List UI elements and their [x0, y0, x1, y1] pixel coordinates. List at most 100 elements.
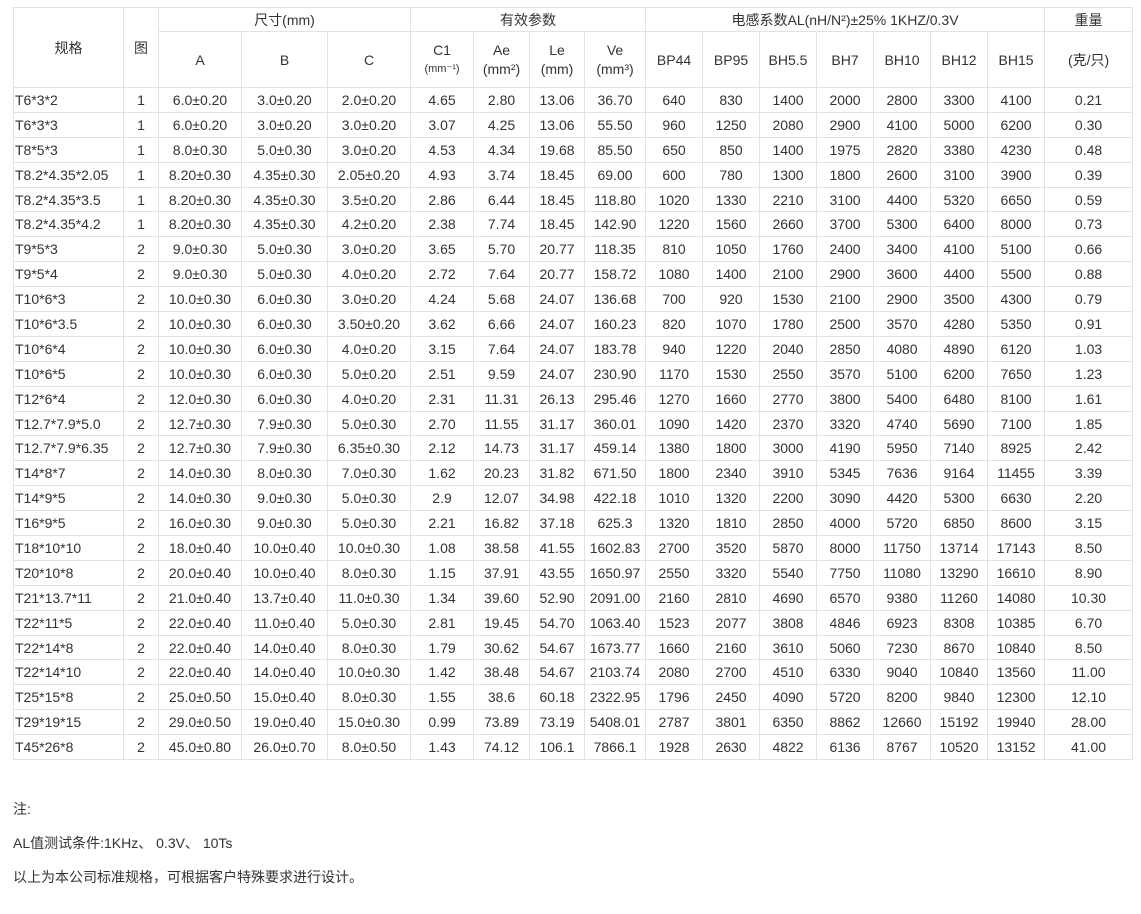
table-cell: 8925	[987, 435, 1046, 462]
table-cell: 2.05±0.20	[326, 161, 412, 188]
table-cell: 5.0±0.30	[326, 609, 412, 636]
table-cell: 8100	[987, 385, 1046, 412]
table-cell: 4.0±0.20	[326, 385, 412, 412]
table-cell: 7230	[873, 634, 932, 661]
table-cell: 1	[123, 111, 159, 138]
table-cell: 2	[123, 684, 159, 711]
table-row: T9*5*4 2 9.0±0.30 5.0±0.30 4.0±0.20 2.72 7.64 2…	[13, 261, 1134, 288]
table-cell: 6.66	[473, 311, 531, 337]
table-cell: 8670	[930, 634, 989, 661]
table-cell: 2	[123, 659, 159, 686]
table-cell: 2040	[759, 335, 818, 362]
table-cell: 1800	[816, 161, 875, 188]
table-cell: 6200	[987, 111, 1046, 138]
table-cell: 2800	[873, 87, 932, 113]
table-cell: 12.7±0.30	[158, 435, 242, 462]
table-cell: 6850	[930, 510, 989, 537]
table-cell: 2850	[759, 510, 818, 537]
table-cell: 1400	[759, 87, 818, 113]
table-cell: 5720	[816, 684, 875, 711]
table-cell: 5400	[873, 385, 932, 412]
table-row: T20*10*8 2 20.0±0.40 10.0±0.40 8.0±0.30 1.15 3…	[13, 559, 1134, 586]
table-cell: 54.67	[529, 634, 586, 661]
table-cell: 2810	[702, 584, 761, 611]
table-cell: 2.31	[410, 385, 475, 412]
table-row: T6*3*3 1 6.0±0.20 3.0±0.20 3.0±0.20 3.07 4.25 1…	[13, 111, 1134, 138]
table-cell: 940	[645, 335, 704, 362]
table-row: T10*6*3.5 2 10.0±0.30 6.0±0.30 3.50±0.20 3.62…	[13, 311, 1134, 337]
header-weight-unit: (克/只)	[1044, 31, 1134, 88]
table-cell: 5100	[873, 360, 932, 387]
table-cell: 10.30	[1044, 584, 1134, 611]
table-cell: 3100	[930, 161, 989, 188]
table-cell: 20.77	[529, 236, 586, 263]
table-cell: 12.07	[473, 485, 531, 512]
table-cell: 5.0±0.30	[326, 510, 412, 537]
table-cell: 14.0±0.30	[158, 460, 242, 487]
table-cell: 4846	[816, 609, 875, 636]
table-cell: 4510	[759, 659, 818, 686]
table-cell: 3.0±0.20	[326, 111, 412, 138]
table-cell: 2.42	[1044, 435, 1134, 462]
header-material-bh15: BH15	[987, 31, 1046, 88]
table-cell: 73.19	[529, 709, 586, 736]
table-cell: 1975	[816, 136, 875, 163]
table-cell: 4822	[759, 734, 818, 761]
table-cell: 3900	[987, 161, 1046, 188]
spec-cell: T8.2*4.35*4.2	[13, 211, 124, 238]
table-cell: 2.70	[410, 410, 475, 437]
table-cell: 11.00	[1044, 659, 1134, 686]
table-cell: 5.70	[473, 236, 531, 263]
table-cell: 9164	[930, 460, 989, 487]
table-cell: 22.0±0.40	[158, 634, 242, 661]
table-cell: 1.15	[410, 559, 475, 586]
spec-cell: T9*5*3	[13, 236, 124, 263]
table-cell: 1928	[645, 734, 704, 761]
table-cell: 1800	[702, 435, 761, 462]
table-cell: 4.24	[410, 286, 475, 313]
table-cell: 9840	[930, 684, 989, 711]
table-cell: 3320	[816, 410, 875, 437]
header-material-bh10: BH10	[873, 31, 932, 88]
table-cell: 4.25	[473, 111, 531, 138]
table-cell: 26.0±0.70	[241, 734, 328, 761]
table-cell: 0.79	[1044, 286, 1134, 313]
table-cell: 41.00	[1044, 734, 1134, 761]
table-cell: 4400	[873, 186, 932, 213]
table-cell: 8.0±0.30	[326, 634, 412, 661]
table-cell: 11.0±0.30	[326, 584, 412, 611]
table-cell: 3600	[873, 261, 932, 288]
spec-cell: T18*10*10	[13, 535, 124, 561]
table-cell: 8.0±0.30	[158, 136, 242, 163]
header-param-ae: Ae (mm²)	[473, 31, 531, 88]
table-cell: 4420	[873, 485, 932, 512]
table-cell: 4000	[816, 510, 875, 537]
table-cell: 28.00	[1044, 709, 1134, 736]
table-cell: 30.62	[473, 634, 531, 661]
table-cell: 2	[123, 335, 159, 362]
table-cell: 31.17	[529, 435, 586, 462]
table-cell: 1	[123, 136, 159, 163]
table-cell: 10520	[930, 734, 989, 761]
table-cell: 69.00	[584, 161, 647, 188]
table-cell: 158.72	[584, 261, 647, 288]
table-cell: 26.13	[529, 385, 586, 412]
table-cell: 2370	[759, 410, 818, 437]
table-cell: 2700	[645, 535, 704, 561]
table-cell: 2160	[645, 584, 704, 611]
table-cell: 19.68	[529, 136, 586, 163]
table-cell: 31.82	[529, 460, 586, 487]
table-cell: 2820	[873, 136, 932, 163]
table-cell: 2	[123, 609, 159, 636]
table-cell: 6570	[816, 584, 875, 611]
table-cell: 19.45	[473, 609, 531, 636]
table-cell: 3300	[930, 87, 989, 113]
table-cell: 4400	[930, 261, 989, 288]
table-cell: 24.07	[529, 286, 586, 313]
table-cell: 2.86	[410, 186, 475, 213]
table-cell: 3.15	[410, 335, 475, 362]
table-cell: 11.55	[473, 410, 531, 437]
table-cell: 1400	[759, 136, 818, 163]
table-cell: 6630	[987, 485, 1046, 512]
table-cell: 13560	[987, 659, 1046, 686]
